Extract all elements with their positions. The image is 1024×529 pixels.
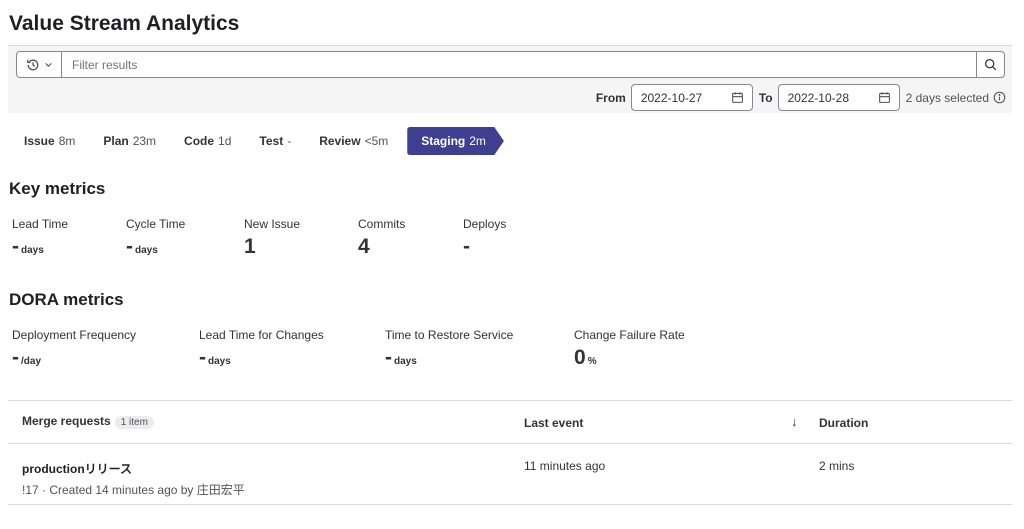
- value: -: [126, 235, 133, 258]
- metric-label: Deploys: [463, 217, 507, 231]
- mr-meta: !17 · Created 14 minutes ago by 庄田宏平: [22, 483, 245, 497]
- stage-time: 2m: [469, 134, 486, 148]
- value: 1: [244, 235, 256, 258]
- metric-label: Lead Time: [12, 217, 69, 231]
- stage-test[interactable]: Test -: [245, 127, 305, 155]
- unit: days: [135, 245, 158, 256]
- key-metrics-title: Key metrics: [9, 179, 106, 198]
- metric-value: - days: [12, 235, 68, 259]
- metric-lead-time-for-changes: Lead Time for Changes - days: [199, 328, 324, 370]
- value: 4: [358, 235, 370, 258]
- date-range-picker: From 2022-10-27 To 2022-10-28 2 days sel…: [596, 84, 1006, 111]
- to-date-input[interactable]: 2022-10-28: [777, 84, 900, 111]
- calendar-icon: [878, 92, 890, 103]
- metric-value: -: [463, 235, 506, 259]
- merge-requests-label: Merge requests: [22, 414, 111, 428]
- value: 0: [574, 346, 586, 369]
- metric-label: Deployment Frequency: [12, 328, 137, 342]
- duration-cell: 2 mins: [819, 459, 855, 473]
- last-event-cell: 11 minutes ago: [524, 459, 606, 473]
- metric-lead-time: Lead Time - days: [12, 217, 68, 259]
- search-input[interactable]: Filter results: [62, 58, 976, 72]
- count-badge: 1 item: [114, 416, 154, 429]
- dora-metrics-title: DORA metrics: [9, 290, 124, 309]
- stage-name: Review: [319, 134, 361, 148]
- metric-label: Change Failure Rate: [574, 328, 685, 342]
- metric-new-issue: New Issue 1: [244, 217, 300, 259]
- duration-header[interactable]: Duration: [819, 416, 868, 430]
- unit: %: [587, 356, 597, 367]
- stage-staging[interactable]: Staging 2m: [407, 127, 504, 155]
- metric-value: -/day: [12, 346, 136, 370]
- stage-time: <5m: [364, 134, 389, 148]
- metric-cycle-time: Cycle Time - days: [126, 217, 185, 259]
- value: -: [385, 346, 392, 369]
- stage-name: Plan: [103, 134, 129, 148]
- stage-name: Code: [184, 134, 215, 148]
- recent-searches-button[interactable]: [17, 52, 62, 77]
- sort-arrow-icon[interactable]: ↓: [791, 414, 798, 429]
- to-label: To: [758, 90, 773, 105]
- stage-time: 1d: [218, 134, 232, 148]
- from-date-input[interactable]: 2022-10-27: [630, 84, 753, 111]
- metric-value: 0%: [574, 346, 685, 370]
- value: -: [12, 346, 19, 369]
- value: -: [463, 235, 470, 258]
- stage-name: Test: [259, 134, 284, 148]
- metric-label: Lead Time for Changes: [199, 328, 324, 342]
- chevron-down-icon: [44, 62, 52, 67]
- unit: days: [208, 356, 231, 367]
- info-icon[interactable]: [993, 91, 1006, 104]
- value: -: [12, 235, 19, 258]
- stage-review[interactable]: Review <5m: [305, 127, 402, 155]
- stage-name: Staging: [421, 134, 466, 148]
- to-date-value: 2022-10-28: [787, 90, 849, 105]
- search-button[interactable]: [976, 52, 1004, 77]
- last-event-header[interactable]: Last event: [524, 416, 583, 430]
- metric-deploys: Deploys -: [463, 217, 506, 259]
- stage-issue[interactable]: Issue 8m: [10, 127, 89, 155]
- metric-value: - days: [199, 346, 324, 370]
- stage-plan[interactable]: Plan 23m: [89, 127, 170, 155]
- metric-time-to-restore: Time to Restore Service - days: [385, 328, 513, 370]
- stage-time: 8m: [58, 134, 76, 148]
- metric-value: - days: [385, 346, 513, 370]
- unit: days: [394, 356, 417, 367]
- unit: days: [21, 245, 44, 256]
- history-icon: [26, 59, 38, 70]
- value: -: [199, 346, 206, 369]
- page-title: Value Stream Analytics: [9, 12, 240, 35]
- metric-value: - days: [126, 235, 185, 259]
- mr-title-link[interactable]: productionリリース: [22, 460, 245, 477]
- days-selected-text: 2 days selected: [905, 90, 989, 105]
- metric-label: Commits: [358, 217, 406, 231]
- metric-value: 4: [358, 235, 405, 259]
- stage-code[interactable]: Code 1d: [170, 127, 245, 155]
- days-selected: 2 days selected: [906, 91, 1006, 105]
- metric-label: Cycle Time: [126, 217, 186, 231]
- metric-label: Time to Restore Service: [385, 328, 514, 342]
- from-label: From: [595, 90, 626, 105]
- filter-bar: Filter results From 2022-10-27 To 2022-1…: [8, 45, 1012, 113]
- metric-value: 1: [244, 235, 300, 259]
- unit: /day: [21, 356, 42, 367]
- search-icon: [984, 58, 997, 71]
- mr-cell: productionリリース !17 · Created 14 minutes …: [22, 460, 245, 498]
- metric-deployment-frequency: Deployment Frequency -/day: [12, 328, 136, 370]
- filtered-search: Filter results: [16, 51, 1005, 78]
- table-row: productionリリース !17 · Created 14 minutes …: [8, 444, 1012, 505]
- metric-commits: Commits 4: [358, 217, 405, 259]
- from-date-value: 2022-10-27: [640, 90, 703, 105]
- stage-name: Issue: [24, 134, 55, 148]
- calendar-icon: [731, 92, 743, 103]
- table-header: Merge requests 1 item Last event ↓ Durati…: [8, 400, 1012, 444]
- metric-change-failure-rate: Change Failure Rate 0%: [574, 328, 685, 370]
- stage-time: 23m: [132, 134, 157, 148]
- stage-time: -: [287, 134, 292, 148]
- merge-requests-header: Merge requests 1 item: [22, 414, 154, 429]
- metric-label: New Issue: [244, 217, 301, 231]
- stage-navigation: Issue 8m Plan 23m Code 1d Test - Review <5m S…: [10, 127, 504, 155]
